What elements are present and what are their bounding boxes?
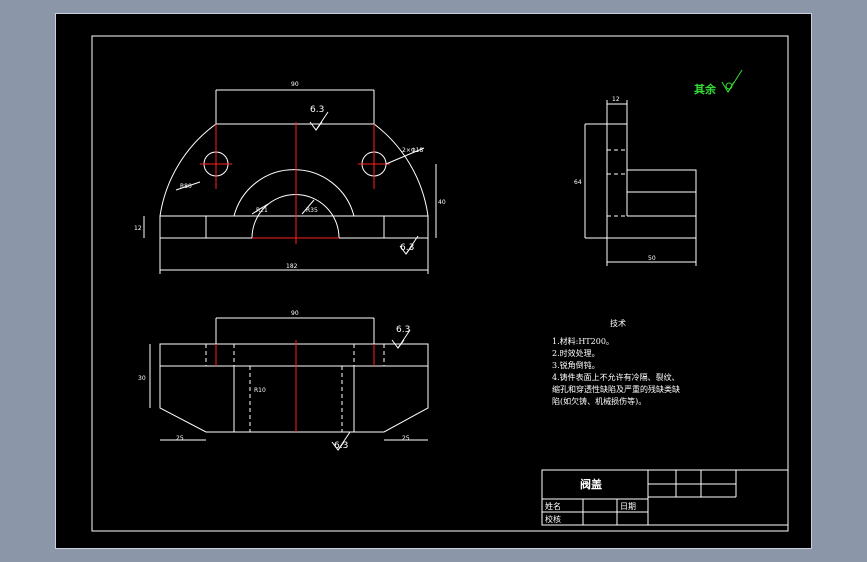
dim-radius-outer: R80 bbox=[180, 183, 192, 190]
roughness-top-bottom: 6.3 bbox=[334, 441, 348, 451]
title-row2-label: 校核 bbox=[545, 514, 561, 524]
roughness-front-top: 6.3 bbox=[310, 105, 324, 115]
note-3: 3.锐角倒钝。 bbox=[552, 360, 600, 370]
dim-front-right-height: 40 bbox=[438, 199, 446, 206]
front-view bbox=[143, 89, 437, 274]
note-5: 缩孔和穿透性缺陷及严重的残缺类缺 bbox=[552, 384, 680, 394]
front-view-outline bbox=[159, 123, 429, 239]
dim-top-left-chamfer: 25 bbox=[176, 435, 184, 442]
dim-front-total-width: 182 bbox=[286, 263, 298, 270]
general-roughness-label: 其余 bbox=[694, 82, 717, 96]
dim-side-height: 64 bbox=[574, 179, 582, 186]
note-6: 陷(如欠铸、机械损伤等)。 bbox=[552, 396, 646, 406]
dim-radius-inner: R21 bbox=[256, 207, 268, 214]
drawing-border bbox=[91, 35, 789, 532]
title-block bbox=[541, 469, 789, 526]
dim-top-width: 90 bbox=[291, 310, 299, 317]
roughness-top-right: 6.3 bbox=[396, 325, 410, 335]
top-view bbox=[149, 317, 429, 451]
dim-radius-inner-b: R35 bbox=[306, 207, 318, 214]
roughness-front-right: 6.3 bbox=[400, 243, 414, 253]
dim-side-top: 12 bbox=[612, 96, 620, 103]
dim-top-right-chamfer: 25 bbox=[402, 435, 410, 442]
title-part-name: 阀盖 bbox=[580, 477, 602, 491]
title-row1-label: 姓名 bbox=[545, 501, 561, 511]
dim-side-bottom: 50 bbox=[648, 255, 656, 262]
drawing-canvas: 90 182 12 40 R80 R21 R35 2×Φ18 6.3 6.3 9… bbox=[91, 35, 789, 532]
notes-title: 技术 bbox=[610, 318, 626, 328]
note-2: 2.时效处理。 bbox=[552, 348, 600, 358]
dim-top-left-height: 30 bbox=[138, 375, 146, 382]
roughness-icon bbox=[721, 69, 743, 93]
side-view bbox=[584, 100, 697, 266]
dim-front-left-height: 12 bbox=[134, 225, 142, 232]
dim-front-top-width: 90 bbox=[291, 81, 299, 88]
dim-top-inner: R10 bbox=[254, 387, 266, 394]
dim-holes: 2×Φ18 bbox=[402, 147, 423, 154]
note-1: 1.材料:HT200。 bbox=[552, 336, 614, 346]
title-row1-date: 日期 bbox=[620, 502, 636, 511]
note-4: 4.铸件表面上不允许有冷隔、裂纹、 bbox=[552, 372, 680, 382]
cad-drawing-viewport[interactable]: 90 182 12 40 R80 R21 R35 2×Φ18 6.3 6.3 9… bbox=[55, 13, 812, 549]
